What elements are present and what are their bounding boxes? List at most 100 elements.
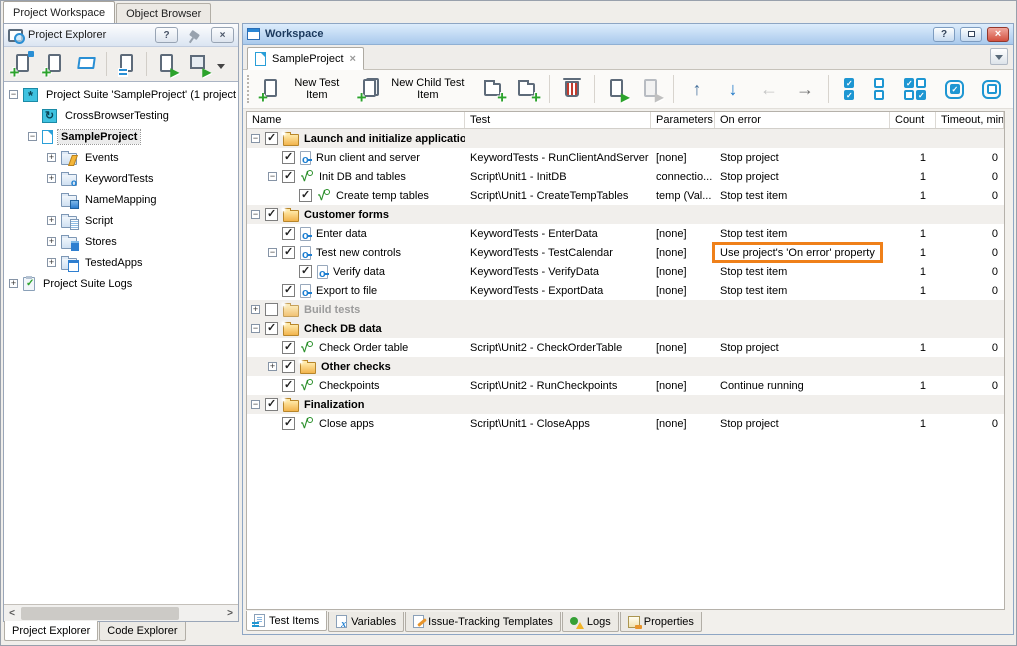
row-checkbox[interactable] bbox=[282, 227, 295, 240]
test-item-row-close-apps[interactable]: Close appsScript\Unit1 - CloseApps[none]… bbox=[247, 414, 1004, 433]
tree-expander[interactable]: + bbox=[47, 258, 56, 267]
tree-item-keywordtests[interactable]: +KeywordTests bbox=[4, 168, 238, 189]
run-project-suite-button[interactable]: ▶ bbox=[151, 50, 182, 78]
tree-item-project-suite-logs[interactable]: +Project Suite Logs bbox=[4, 273, 238, 294]
tab-object-browser[interactable]: Object Browser bbox=[116, 3, 211, 23]
tree-item-script[interactable]: +Script bbox=[4, 210, 238, 231]
test-item-row-checkpoints[interactable]: CheckpointsScript\Unit2 - RunCheckpoints… bbox=[247, 376, 1004, 395]
tab-issue-tracking-templates[interactable]: Issue-Tracking Templates bbox=[405, 612, 561, 632]
row-checkbox[interactable] bbox=[282, 360, 295, 373]
organize-test-items-button[interactable] bbox=[111, 50, 142, 78]
row-checkbox[interactable] bbox=[282, 379, 295, 392]
group-row-build-tests[interactable]: +Build tests bbox=[247, 300, 1004, 319]
workspace-help-button[interactable]: ? bbox=[933, 27, 955, 42]
row-checkbox[interactable] bbox=[265, 132, 278, 145]
add-project-button[interactable]: + bbox=[39, 50, 70, 78]
tree-expander[interactable]: + bbox=[47, 153, 56, 162]
run-selected-button[interactable]: ▶ bbox=[601, 75, 633, 103]
row-checkbox[interactable] bbox=[299, 265, 312, 278]
test-item-row-verify-data[interactable]: Verify dataKeywordTests - VerifyData[non… bbox=[247, 262, 1004, 281]
new-child-test-item-button[interactable]: + New Child Test Item bbox=[354, 74, 475, 104]
tab-properties[interactable]: Properties bbox=[620, 612, 702, 632]
move-down-button[interactable]: ↓ bbox=[716, 77, 750, 101]
tree-item-stores[interactable]: +Stores bbox=[4, 231, 238, 252]
run-options-dropdown[interactable] bbox=[215, 50, 227, 78]
group-row-other-checks[interactable]: +Other checks bbox=[247, 357, 1004, 376]
group-row-finalization[interactable]: −Finalization bbox=[247, 395, 1004, 414]
tab-project-workspace[interactable]: Project Workspace bbox=[3, 1, 115, 23]
workspace-restore-button[interactable] bbox=[960, 27, 982, 42]
row-expander[interactable]: − bbox=[251, 400, 260, 409]
row-checkbox[interactable] bbox=[282, 170, 295, 183]
tree-expander[interactable]: + bbox=[47, 174, 56, 183]
test-item-row-export-to-file[interactable]: Export to fileKeywordTests - ExportData[… bbox=[247, 281, 1004, 300]
column-header-name[interactable]: Name bbox=[247, 112, 465, 128]
explorer-horizontal-scrollbar[interactable]: < > bbox=[4, 604, 238, 621]
delete-button[interactable] bbox=[556, 75, 588, 103]
row-checkbox[interactable] bbox=[282, 417, 295, 430]
row-expander[interactable]: − bbox=[268, 172, 277, 181]
scroll-left-button[interactable]: < bbox=[4, 605, 20, 622]
new-child-group-button[interactable]: + bbox=[511, 75, 543, 103]
column-header-count[interactable]: Count bbox=[890, 112, 936, 128]
explorer-help-button[interactable]: ? bbox=[155, 27, 178, 43]
check-all-button[interactable] bbox=[835, 75, 863, 103]
column-header-test[interactable]: Test bbox=[465, 112, 651, 128]
workspace-close-button[interactable]: × bbox=[987, 27, 1009, 42]
scrollbar-thumb[interactable] bbox=[21, 607, 179, 620]
new-group-button[interactable]: + bbox=[477, 75, 509, 103]
row-checkbox[interactable] bbox=[282, 341, 295, 354]
row-checkbox[interactable] bbox=[265, 322, 278, 335]
row-checkbox[interactable] bbox=[282, 151, 295, 164]
tab-variables[interactable]: Variables bbox=[328, 612, 404, 632]
row-checkbox[interactable] bbox=[282, 246, 295, 259]
toolbar-grip[interactable] bbox=[247, 75, 249, 103]
row-expander[interactable]: − bbox=[268, 248, 277, 257]
move-right-button[interactable]: → bbox=[788, 77, 822, 101]
open-project-button[interactable] bbox=[71, 50, 102, 78]
scroll-right-button[interactable]: > bbox=[222, 605, 238, 622]
row-expander[interactable]: − bbox=[251, 210, 260, 219]
explorer-close-button[interactable]: × bbox=[211, 27, 234, 43]
tab-project-explorer[interactable]: Project Explorer bbox=[4, 621, 98, 641]
tree-expander[interactable]: + bbox=[47, 216, 56, 225]
tab-sampleproject[interactable]: SampleProject × bbox=[247, 47, 364, 70]
group-row-launch-and-initialize-applications[interactable]: −Launch and initialize applications bbox=[247, 129, 1004, 148]
column-header-parameters[interactable]: Parameters bbox=[651, 112, 715, 128]
tree-expander[interactable]: − bbox=[28, 132, 37, 141]
tree-item-events[interactable]: +Events bbox=[4, 147, 238, 168]
add-project-suite-button[interactable]: + bbox=[7, 50, 38, 78]
row-checkbox[interactable] bbox=[265, 208, 278, 221]
uncheck-all-button[interactable] bbox=[865, 75, 893, 103]
explorer-pin-button[interactable] bbox=[183, 27, 206, 43]
test-item-row-enter-data[interactable]: Enter dataKeywordTests - EnterData[none]… bbox=[247, 224, 1004, 243]
tree-item-project-suite-sampleproject-1-project[interactable]: −*Project Suite 'SampleProject' (1 proje… bbox=[4, 84, 238, 105]
run-focused-button-disabled[interactable]: ▶ bbox=[635, 75, 667, 103]
close-tab-icon[interactable]: × bbox=[350, 53, 356, 65]
group-row-check-db-data[interactable]: −Check DB data bbox=[247, 319, 1004, 338]
new-test-item-button[interactable]: + New Test Item bbox=[255, 74, 352, 104]
column-header-on-error[interactable]: On error bbox=[715, 112, 890, 128]
tree-expander[interactable]: + bbox=[9, 279, 18, 288]
row-expander[interactable]: + bbox=[251, 305, 260, 314]
test-item-row-check-order-table[interactable]: Check Order tableScript\Unit2 - CheckOrd… bbox=[247, 338, 1004, 357]
row-checkbox[interactable] bbox=[299, 189, 312, 202]
tree-expander[interactable]: + bbox=[47, 237, 56, 246]
row-expander[interactable]: + bbox=[268, 362, 277, 371]
group-row-customer-forms[interactable]: −Customer forms bbox=[247, 205, 1004, 224]
tree-expander[interactable]: − bbox=[9, 90, 18, 99]
row-checkbox[interactable] bbox=[265, 303, 278, 316]
tree-item-testedapps[interactable]: +TestedApps bbox=[4, 252, 238, 273]
test-item-row-create-temp-tables[interactable]: Create temp tablesScript\Unit1 - CreateT… bbox=[247, 186, 1004, 205]
check-selected-button[interactable] bbox=[937, 77, 972, 102]
tab-test-items[interactable]: Test Items bbox=[246, 611, 327, 631]
row-checkbox[interactable] bbox=[265, 398, 278, 411]
move-up-button[interactable]: ↑ bbox=[680, 77, 714, 101]
column-header-timeout[interactable]: Timeout, min bbox=[936, 112, 1004, 128]
test-item-row-run-client-and-server[interactable]: Run client and serverKeywordTests - RunC… bbox=[247, 148, 1004, 167]
uncheck-selected-button[interactable] bbox=[974, 77, 1009, 102]
row-expander[interactable]: − bbox=[251, 324, 260, 333]
move-left-button[interactable]: ← bbox=[752, 77, 786, 101]
tab-logs[interactable]: Logs bbox=[562, 612, 619, 632]
invert-checks-button[interactable] bbox=[895, 75, 935, 103]
